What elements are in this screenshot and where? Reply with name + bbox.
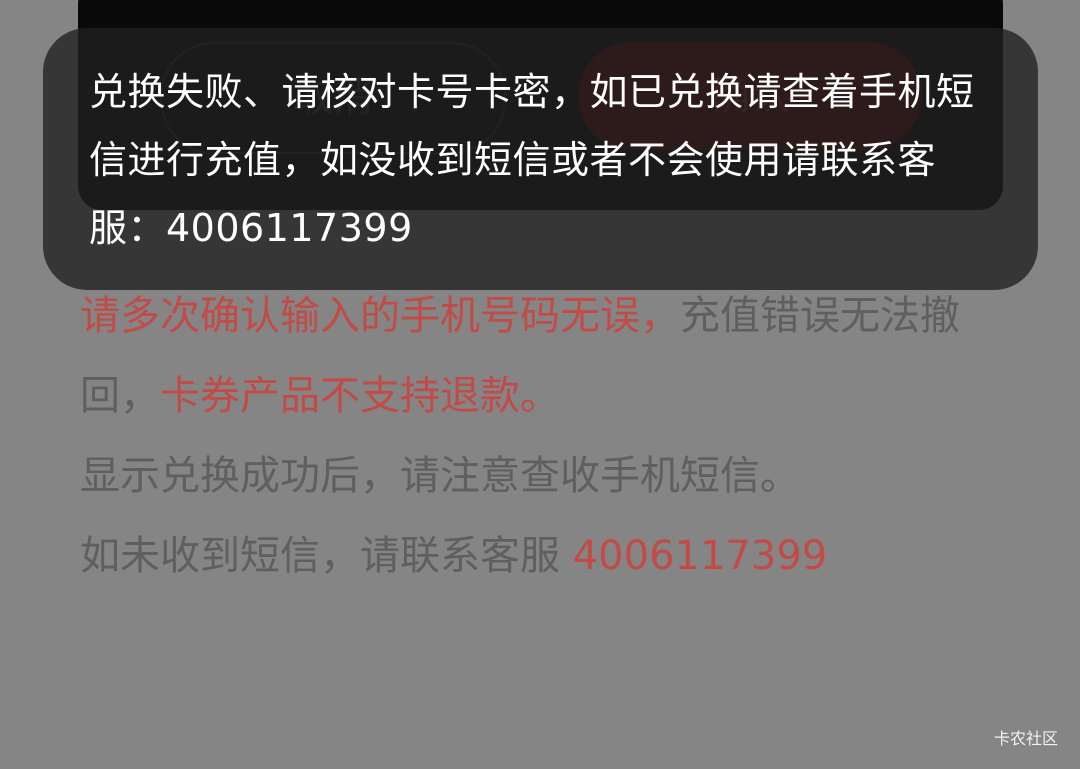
notice-paragraph-2: 显示兑换成功后，请注意查收手机短信。 xyxy=(80,453,800,499)
notice-warning-2: 卡券产品不支持退款。 xyxy=(160,373,560,419)
notice-paragraph-3: 如未收到短信，请联系客服 4006117399 xyxy=(80,516,1000,596)
toast-message: 兑换失败、请核对卡号卡密，如已兑换请查着手机短信进行充值，如没收到短信或者不会使… xyxy=(89,70,975,250)
screen: 取消 确认 请多次确认输入的手机号码无误，充值错误无法撤回，卡券产品不支持退款。… xyxy=(0,0,1080,769)
error-toast: 兑换失败、请核对卡号卡密，如已兑换请查着手机短信进行充值，如没收到短信或者不会使… xyxy=(43,28,1038,290)
notice-contact-prefix: 如未收到短信，请联系客服 xyxy=(80,533,573,579)
notice-paragraph-1: 请多次确认输入的手机号码无误，充值错误无法撤回，卡券产品不支持退款。 xyxy=(80,276,1000,436)
watermark: 卡农社区 xyxy=(993,729,1058,748)
service-phone-number: 4006117399 xyxy=(572,533,828,579)
notice-text: 请多次确认输入的手机号码无误，充值错误无法撤回，卡券产品不支持退款。 显示兑换成… xyxy=(80,276,1000,596)
notice-warning-1: 请多次确认输入的手机号码无误， xyxy=(80,293,680,339)
